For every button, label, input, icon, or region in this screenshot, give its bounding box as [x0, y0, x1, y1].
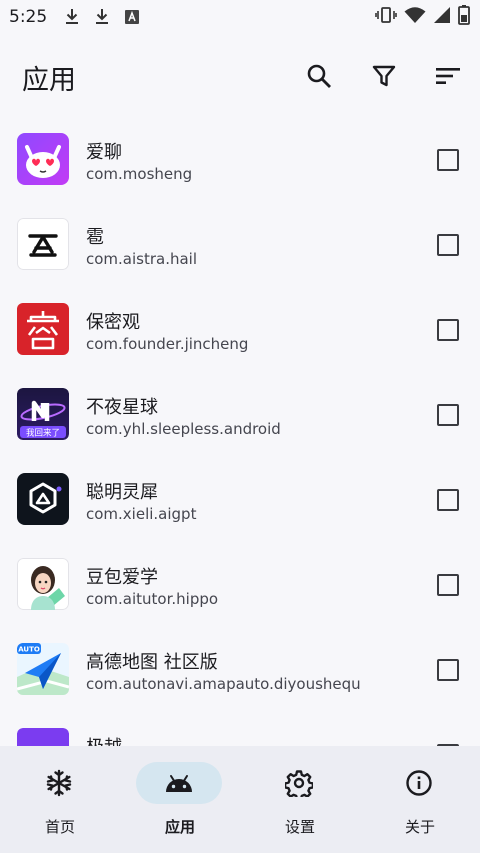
status-bar: 5:25 [0, 0, 480, 34]
app-row-hippo[interactable]: 豆包爱学 com.aitutor.hippo [0, 541, 480, 626]
search-icon [307, 64, 331, 88]
app-icon-mosheng [17, 133, 69, 185]
app-package: com.xieli.aigpt [86, 505, 197, 523]
battery-icon [458, 5, 470, 29]
app-row-mosheng[interactable]: 爱聊 com.mosheng [0, 116, 480, 201]
app-name: 不夜星球 [86, 397, 158, 418]
app-row-jiyue[interactable]: 极越 [0, 711, 480, 746]
signal-icon [433, 6, 451, 28]
nav-apps-label: 应用 [164, 818, 195, 836]
app-name: 豆包爱学 [86, 567, 158, 588]
app-package: com.founder.jincheng [86, 335, 249, 353]
gear-icon [285, 770, 313, 797]
select-checkbox[interactable] [437, 574, 459, 596]
app-row-amap[interactable]: AUTO 高德地图 社区版 com.autonavi.amapauto.diyo… [0, 626, 480, 711]
app-icon-aigpt [17, 473, 69, 525]
app-icon-jincheng [17, 303, 69, 355]
app-name: 聪明灵犀 [86, 482, 158, 503]
nav-apps-indicator [136, 762, 222, 804]
nav-about[interactable]: 关于 [360, 746, 480, 853]
nav-settings-label: 设置 [284, 818, 315, 836]
app-row-hail[interactable]: 雹 com.aistra.hail [0, 201, 480, 286]
sort-icon [436, 68, 460, 84]
filter-icon [372, 65, 396, 87]
keyboard-a-icon [121, 6, 143, 28]
app-package: com.autonavi.amapauto.diyoushequ [86, 675, 361, 693]
android-icon [166, 775, 192, 792]
nav-home[interactable]: 首页 [0, 746, 120, 853]
app-icon-amap-text: AUTO [18, 646, 40, 654]
app-name: 爱聊 [86, 142, 122, 163]
app-package: com.aistra.hail [86, 250, 198, 268]
app-name: 极越 [86, 733, 122, 746]
select-checkbox[interactable] [437, 149, 459, 171]
nav-home-label: 首页 [44, 818, 75, 836]
nav-about-indicator [376, 762, 462, 804]
download-icon [61, 6, 83, 28]
app-list: 爱聊 com.mosheng 雹 com.aistra.hail 保密观 com… [0, 116, 480, 746]
nav-apps[interactable]: 应用 [120, 746, 240, 853]
app-row-aigpt[interactable]: 聪明灵犀 com.xieli.aigpt [0, 456, 480, 541]
nav-home-indicator [16, 762, 102, 804]
wifi-icon [404, 6, 426, 28]
sort-button[interactable] [426, 54, 470, 98]
nav-settings[interactable]: 设置 [240, 746, 360, 853]
filter-button[interactable] [362, 54, 406, 98]
app-icon-amap: AUTO [17, 643, 69, 695]
app-icon-hail [17, 218, 69, 270]
select-checkbox[interactable] [437, 319, 459, 341]
app-name: 雹 [86, 227, 104, 248]
app-package: com.aitutor.hippo [86, 590, 219, 608]
select-checkbox[interactable] [437, 659, 459, 681]
snowflake-icon [46, 769, 72, 797]
select-checkbox[interactable] [437, 489, 459, 511]
app-bar: 应用 [0, 34, 480, 116]
app-row-sleepless[interactable]: 我回来了 不夜星球 com.yhl.sleepless.android [0, 371, 480, 456]
select-checkbox[interactable] [437, 404, 459, 426]
app-name: 高德地图 社区版 [86, 652, 218, 673]
page-title: 应用 [22, 65, 76, 96]
download-icon [91, 6, 113, 28]
app-package: com.yhl.sleepless.android [86, 420, 281, 438]
app-name: 保密观 [86, 312, 140, 333]
app-icon-hippo [17, 558, 69, 610]
bottom-navigation: 首页 应用 设置 关于 [0, 746, 480, 853]
app-icon-sleepless-text: 我回来了 [26, 428, 60, 439]
select-checkbox[interactable] [437, 234, 459, 256]
info-icon [406, 770, 432, 796]
nav-about-label: 关于 [404, 818, 435, 836]
app-icon-jiyue [17, 728, 69, 746]
nav-settings-indicator [256, 762, 342, 804]
vibrate-icon [375, 6, 397, 28]
app-package: com.mosheng [86, 165, 193, 183]
app-row-jincheng[interactable]: 保密观 com.founder.jincheng [0, 286, 480, 371]
status-time: 5:25 [9, 7, 48, 27]
app-icon-sleepless: 我回来了 [17, 388, 69, 440]
search-button[interactable] [297, 54, 341, 98]
